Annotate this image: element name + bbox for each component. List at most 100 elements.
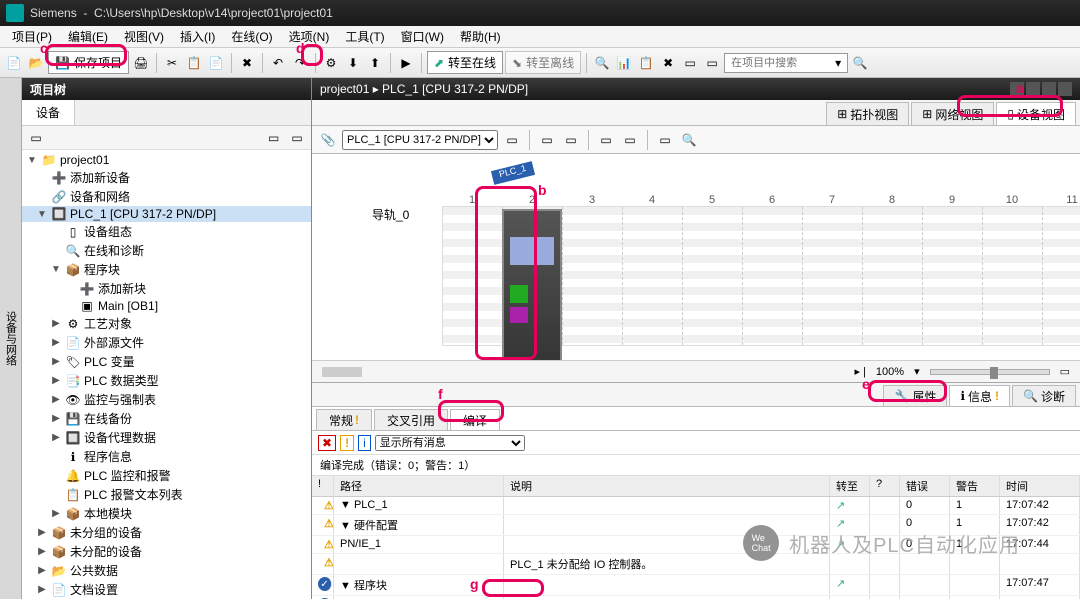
zoom-fit-icon[interactable]: 🔍 — [679, 130, 699, 150]
tree-item-diag[interactable]: 🔍在线和诊断 — [22, 241, 311, 260]
editor-icon-1[interactable]: 📎 — [318, 130, 338, 150]
side-tab-devices-networks[interactable]: 设备与网络 — [0, 78, 22, 599]
cross-ref-icon[interactable]: ✖ — [658, 53, 678, 73]
tab-info[interactable]: ℹ信息! — [949, 385, 1010, 406]
tree-item-plc[interactable]: ▼🔲PLC_1 [CPU 317-2 PN/DP] — [22, 206, 311, 222]
tree-item-types[interactable]: ▶📑PLC 数据类型 — [22, 371, 311, 390]
tree-view-icon-1[interactable]: ▭ — [264, 128, 284, 148]
tab-device-view[interactable]: ▯设备视图 — [996, 102, 1076, 125]
tree-item-tags[interactable]: ▶🏷PLC 变量 — [22, 352, 311, 371]
window-restore-icon[interactable] — [1026, 82, 1040, 96]
filter-info-icon[interactable]: i — [358, 435, 371, 451]
subtab-crossref[interactable]: 交叉引用 — [374, 409, 448, 430]
download-icon[interactable]: ⬇ — [343, 53, 363, 73]
tb-icon-5[interactable]: ▭ — [702, 53, 722, 73]
upload-icon[interactable]: ⬆ — [365, 53, 385, 73]
tree-filter-icon[interactable]: ▭ — [26, 128, 46, 148]
tb-icon-4[interactable]: ▭ — [680, 53, 700, 73]
device-selector[interactable]: PLC_1 [CPU 317-2 PN/DP] — [342, 130, 498, 150]
rail-slot[interactable] — [863, 207, 923, 345]
hscroll[interactable] — [322, 367, 362, 377]
expand-icon[interactable]: ▶ — [36, 565, 48, 576]
rail-slot[interactable] — [923, 207, 983, 345]
tab-topology-view[interactable]: ⊞拓扑视图 — [826, 102, 909, 125]
tree-view-icon-2[interactable]: ▭ — [287, 128, 307, 148]
editor-icon-7[interactable]: ▭ — [655, 130, 675, 150]
expand-icon[interactable]: ▶ — [36, 584, 48, 595]
tree-item-common[interactable]: ▶📂公共数据 — [22, 561, 311, 580]
tree-item-tech[interactable]: ▶⚙工艺对象 — [22, 314, 311, 333]
menu-online[interactable]: 在线(O) — [223, 26, 280, 47]
tree-item-proginfo[interactable]: ℹ程序信息 — [22, 447, 311, 466]
menu-options[interactable]: 选项(N) — [281, 26, 338, 47]
tab-network-view[interactable]: ⊞网络视图 — [911, 102, 994, 125]
tree-item-ungrouped[interactable]: ▶📦未分组的设备 — [22, 523, 311, 542]
expand-icon[interactable]: ▶ — [50, 356, 62, 367]
cut-icon[interactable]: ✂ — [162, 53, 182, 73]
window-max-icon[interactable] — [1042, 82, 1056, 96]
window-close-icon[interactable] — [1058, 82, 1072, 96]
plc-module[interactable] — [502, 209, 562, 360]
search-input[interactable] — [731, 57, 831, 69]
tree-item-add-block[interactable]: ➕添加新块 — [22, 279, 311, 298]
menu-project[interactable]: 项目(P) — [4, 26, 60, 47]
tab-properties[interactable]: 🔧属性 — [883, 385, 947, 406]
editor-icon-6[interactable]: ▭ — [620, 130, 640, 150]
menu-help[interactable]: 帮助(H) — [452, 26, 509, 47]
tree-item-ob[interactable]: ▣Main [OB1] — [22, 298, 311, 314]
menu-view[interactable]: 视图(V) — [116, 26, 172, 47]
tree-item-add-device[interactable]: ➕添加新设备 — [22, 168, 311, 187]
copy-icon[interactable]: 📋 — [184, 53, 204, 73]
rail-slot[interactable] — [743, 207, 803, 345]
simulate-icon[interactable]: ▶ — [396, 53, 416, 73]
new-project-icon[interactable]: 📄 — [4, 53, 24, 73]
subtab-general[interactable]: 常规! — [316, 409, 372, 430]
filter-warn-icon[interactable]: ! — [340, 435, 354, 451]
menu-edit[interactable]: 编辑(E) — [60, 26, 116, 47]
expand-icon[interactable]: ▶ — [50, 394, 62, 405]
tree-item-textlist[interactable]: 📋PLC 报警文本列表 — [22, 485, 311, 504]
expand-icon[interactable]: ▼ — [26, 155, 38, 166]
devices-tab[interactable]: 设备 — [22, 100, 75, 125]
editor-icon-2[interactable]: ▭ — [502, 130, 522, 150]
expand-icon[interactable]: ▼ — [36, 209, 48, 220]
editor-icon-4[interactable]: ▭ — [561, 130, 581, 150]
menu-window[interactable]: 窗口(W) — [393, 26, 452, 47]
tree-item-devcfg[interactable]: ▯设备组态 — [22, 222, 311, 241]
message-filter-select[interactable]: 显示所有消息 — [375, 435, 525, 451]
tree-item-blocks[interactable]: ▼📦程序块 — [22, 260, 311, 279]
tree-item-extsrc[interactable]: ▶📄外部源文件 — [22, 333, 311, 352]
zoom-slider[interactable] — [930, 369, 1050, 375]
rail-slot[interactable] — [803, 207, 863, 345]
zoom-reset-icon[interactable]: ▭ — [1060, 365, 1070, 378]
search-box[interactable]: ▾ — [724, 53, 848, 73]
expand-icon[interactable]: ▶ — [50, 432, 62, 443]
rail-slot[interactable] — [563, 207, 623, 345]
tab-diagnostics[interactable]: 🔍诊断 — [1012, 385, 1076, 406]
tree-item-project[interactable]: ▼📁project01 — [22, 152, 311, 168]
tree-item-proxy[interactable]: ▶🔲设备代理数据 — [22, 428, 311, 447]
compile-icon[interactable]: ⚙ — [321, 53, 341, 73]
go-online-button[interactable]: ⬈ 转至在线 — [427, 51, 503, 74]
expand-icon[interactable]: ▶ — [50, 413, 62, 424]
device-canvas[interactable]: PLC_1 导轨_0 1234567891011 — [312, 154, 1080, 360]
paste-icon[interactable]: 📄 — [206, 53, 226, 73]
tree-item-local[interactable]: ▶📦本地模块 — [22, 504, 311, 523]
rail-slot[interactable] — [443, 207, 503, 345]
editor-icon-3[interactable]: ▭ — [537, 130, 557, 150]
expand-icon[interactable]: ▶ — [36, 527, 48, 538]
compile-row[interactable]: ✓▼ 程序块↗17:07:47 — [312, 575, 1080, 596]
compile-row[interactable]: ⚠▼ PLC_1↗0117:07:42 — [312, 497, 1080, 515]
editor-icon-5[interactable]: ▭ — [596, 130, 616, 150]
tb-icon-2[interactable]: 📊 — [614, 53, 634, 73]
tree-item-watch[interactable]: ▶👁监控与强制表 — [22, 390, 311, 409]
expand-icon[interactable]: ▶ — [36, 546, 48, 557]
tb-icon-3[interactable]: 📋 — [636, 53, 656, 73]
tree-item-unassigned[interactable]: ▶📦未分配的设备 — [22, 542, 311, 561]
expand-icon[interactable]: ▶ — [50, 375, 62, 386]
rail-slot[interactable] — [683, 207, 743, 345]
tree-item-backup[interactable]: ▶💾在线备份 — [22, 409, 311, 428]
delete-icon[interactable]: ✖ — [237, 53, 257, 73]
expand-icon[interactable]: ▶ — [50, 318, 62, 329]
rail-slot[interactable] — [983, 207, 1043, 345]
